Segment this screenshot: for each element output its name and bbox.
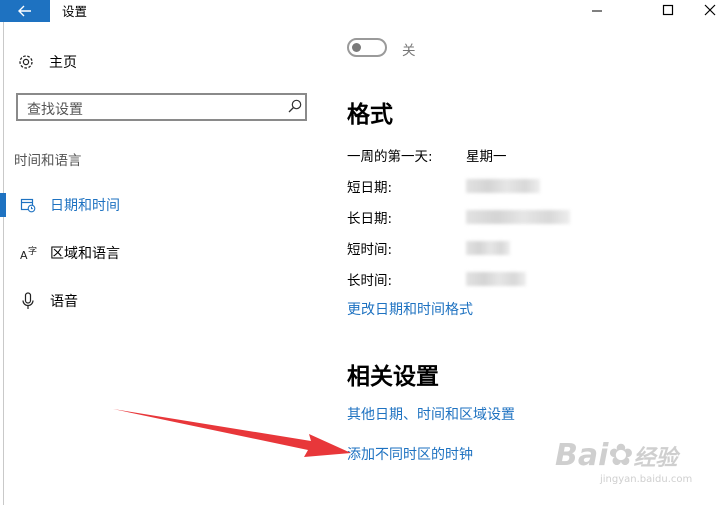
arrow-left-icon bbox=[18, 5, 31, 17]
search-icon[interactable] bbox=[287, 98, 303, 118]
home-nav-item[interactable]: 主页 bbox=[17, 50, 77, 74]
maximize-icon bbox=[662, 4, 674, 16]
add-clock-link[interactable]: 添加不同时区的时钟 bbox=[347, 444, 473, 464]
format-heading: 格式 bbox=[347, 102, 393, 128]
section-title: 时间和语言 bbox=[14, 153, 82, 169]
other-date-region-link[interactable]: 其他日期、时间和区域设置 bbox=[347, 404, 515, 424]
short-time-value-redacted bbox=[466, 241, 510, 255]
language-icon: A 字 bbox=[18, 245, 38, 261]
long-date-label: 长日期: bbox=[347, 211, 393, 227]
window-title: 设置 bbox=[62, 4, 88, 19]
sidebar-item-region-language[interactable]: A 字 区域和语言 bbox=[0, 238, 120, 268]
search-placeholder: 查找设置 bbox=[27, 102, 83, 118]
close-button[interactable] bbox=[695, 0, 725, 20]
minimize-icon bbox=[592, 10, 602, 12]
minimize-button[interactable] bbox=[574, 0, 620, 20]
close-icon bbox=[704, 4, 716, 16]
short-time-label: 短时间: bbox=[347, 242, 393, 258]
long-time-label: 长时间: bbox=[347, 273, 393, 289]
toggle-knob bbox=[352, 43, 361, 52]
first-day-value: 星期一 bbox=[466, 149, 507, 165]
sidebar-item-speech[interactable]: 语音 bbox=[0, 286, 78, 316]
maximize-button[interactable] bbox=[645, 0, 691, 20]
watermark-brand: Bai bbox=[555, 438, 609, 473]
sidebar-item-date-time[interactable]: 日期和时间 bbox=[0, 190, 120, 220]
watermark-logo: Bai✿经验 bbox=[555, 438, 678, 473]
sidebar-item-label: 区域和语言 bbox=[50, 246, 120, 262]
svg-text:A: A bbox=[20, 249, 28, 261]
back-button[interactable] bbox=[0, 0, 50, 22]
first-day-label: 一周的第一天: bbox=[347, 149, 433, 165]
svg-text:字: 字 bbox=[28, 245, 37, 257]
sidebar-item-label: 语音 bbox=[50, 294, 78, 310]
microphone-icon bbox=[18, 292, 38, 310]
calendar-clock-icon bbox=[18, 197, 38, 213]
short-date-value-redacted bbox=[466, 179, 540, 193]
change-format-link[interactable]: 更改日期和时间格式 bbox=[347, 299, 473, 319]
watermark-brand-cn: 经验 bbox=[633, 446, 678, 471]
long-time-value-redacted bbox=[466, 272, 526, 286]
annotation-arrow bbox=[113, 409, 351, 457]
watermark-url: jingyan.baidu.com bbox=[600, 474, 693, 485]
related-settings-heading: 相关设置 bbox=[347, 364, 439, 390]
gear-icon bbox=[19, 55, 33, 69]
toggle-state-label: 关 bbox=[402, 43, 416, 59]
home-label: 主页 bbox=[49, 55, 77, 71]
long-date-value-redacted bbox=[466, 210, 570, 224]
paw-icon: ✿ bbox=[608, 438, 634, 473]
sidebar-item-label: 日期和时间 bbox=[50, 198, 120, 214]
short-date-label: 短日期: bbox=[347, 180, 393, 196]
